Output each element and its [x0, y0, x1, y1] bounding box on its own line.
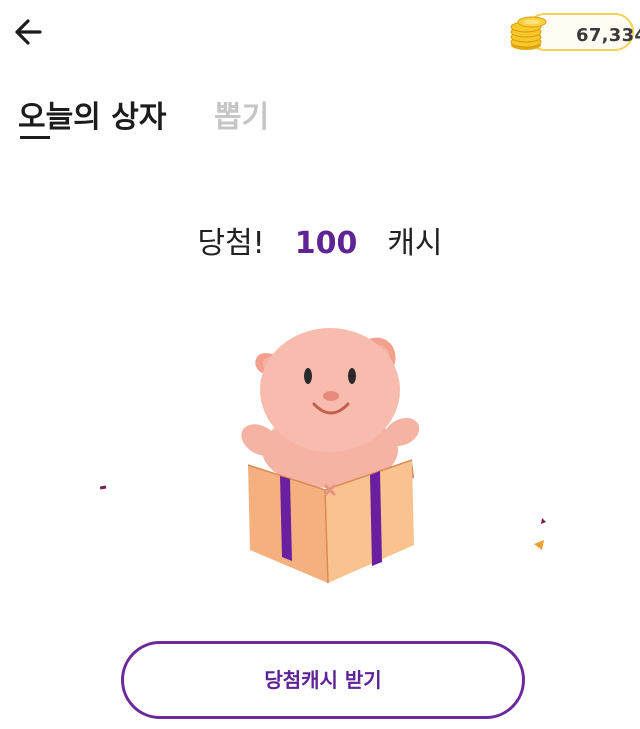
pig-gift-box-illustration	[99, 328, 546, 584]
active-tab-indicator	[20, 136, 50, 139]
confetti-piece	[541, 518, 546, 524]
win-prefix: 당첨!	[197, 226, 265, 261]
win-unit: 캐시	[387, 226, 443, 261]
win-result: 당첨! 100 캐시	[0, 218, 640, 262]
coin-balance-badge[interactable]: 67,334	[506, 12, 640, 51]
back-button[interactable]	[10, 14, 50, 50]
tab-draw[interactable]: 뽑기	[214, 92, 269, 136]
arrow-left-icon	[15, 19, 42, 45]
coin-balance-value: 67,334	[576, 25, 640, 46]
confetti-piece	[99, 485, 107, 490]
screen: 67,334 오늘의 상자 뽑기 당첨! 100 캐시	[0, 0, 640, 729]
confetti-piece	[534, 540, 544, 550]
win-amount: 100	[294, 226, 358, 261]
claim-cash-button[interactable]: 당첨캐시 받기	[121, 641, 525, 719]
tab-todays-box[interactable]: 오늘의 상자	[18, 92, 166, 136]
coin-stack-icon	[510, 16, 547, 50]
